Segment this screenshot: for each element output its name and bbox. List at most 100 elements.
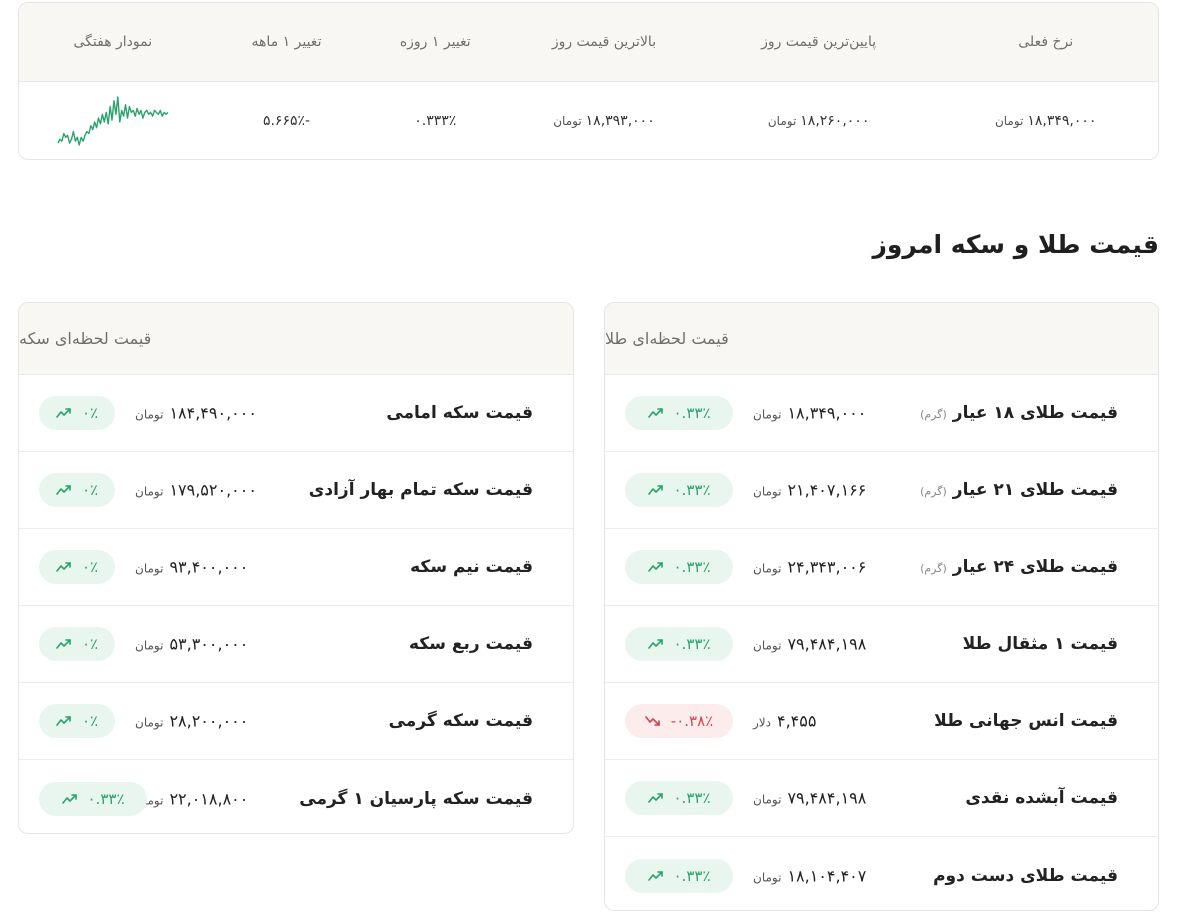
item-price-value: ۲۱,۴۰۷,۱۶۶ (787, 480, 867, 500)
price-row[interactable]: قیمت طلای ۱۸ عیار (گرم) ۱۸,۳۴۹,۰۰۰ تومان ۰.۳… (605, 375, 1158, 452)
coin-prices-card: قیمت لحظه‌ای سکه قیمت سکه امامی ۱۸۴,۴۹۰,۰… (18, 302, 574, 834)
section-title: قیمت طلا و سکه امروز (872, 230, 1160, 259)
price-row[interactable]: قیمت ۱ مثقال طلا ۷۹,۴۸۴,۱۹۸ تومان ۰.۳۳٪ (605, 606, 1158, 683)
item-price-value: ۱۸,۱۰۴,۴۰۷ (787, 866, 867, 885)
item-name: قیمت طلای ۲۴ عیار (گرم) (920, 557, 1118, 577)
price-row[interactable]: قیمت طلای ۲۴ عیار (گرم) ۲۴,۳۴۳,۰۰۶ تومان ۰.۳… (605, 529, 1158, 606)
change-value: ۰.۳۳٪ (673, 866, 711, 885)
price-row[interactable]: قیمت طلای ۲۱ عیار (گرم) ۲۱,۴۰۷,۱۶۶ تومان ۰.۳… (605, 452, 1158, 529)
item-price-unit: تومان (135, 561, 164, 576)
trend-up-icon (647, 408, 663, 418)
trend-down-icon (644, 716, 660, 726)
item-name-text: قیمت طلای ۲۱ عیار (952, 480, 1118, 500)
item-price-value: ۲۴,۳۴۳,۰۰۶ (787, 557, 867, 577)
header-lowest-price: پایین‌ترین قیمت روز (761, 34, 877, 50)
sparkline-line (57, 96, 169, 146)
item-price-value: ۱۷۹,۵۲۰,۰۰۰ (169, 480, 257, 500)
coin-card-header: قیمت لحظه‌ای سکه (19, 303, 573, 375)
item-price: ۱۸۴,۴۹۰,۰۰۰ تومان (135, 404, 257, 423)
daily-change-value: ۰.۳۳۳٪ (414, 113, 457, 129)
item-name: قیمت سکه تمام بهار آزادی (309, 480, 533, 500)
trend-up-icon (56, 639, 71, 649)
trend-up-icon (647, 793, 663, 803)
header-highest-price: بالاترین قیمت روز (551, 34, 657, 50)
item-name-text: قیمت طلای ۲۴ عیار (952, 557, 1118, 577)
price-row[interactable]: قیمت سکه گرمی ۲۸,۲۰۰,۰۰۰ تومان ۰٪ (19, 683, 573, 760)
price-row[interactable]: قیمت سکه تمام بهار آزادی ۱۷۹,۵۲۰,۰۰۰ تومان… (19, 452, 573, 529)
change-value: ۰.۳۳٪ (673, 481, 711, 499)
weekly-sparkline-cell (19, 93, 207, 149)
item-name-text: قیمت طلای ۱۸ عیار (952, 403, 1118, 423)
item-price-unit: تومان (135, 715, 164, 730)
current-rate-cell: ۱۸,۳۴۹,۰۰۰تومان (933, 113, 1158, 129)
header-weekly-chart: نمودار هفتگی (73, 34, 153, 50)
item-price-unit: تومان (753, 407, 782, 422)
item-price-unit: تومان (753, 870, 782, 884)
header-current-rate: نرخ فعلی (1018, 34, 1074, 50)
price-row[interactable]: قیمت سکه پارسیان ۱ گرمی ۲۲,۰۱۸,۸۰۰تومان ۰.… (19, 760, 573, 833)
change-badge: ۰.۳۳٪ (625, 858, 733, 893)
gold-prices-card: قیمت لحظه‌ای طلا قیمت طلای ۱۸ عیار (گرم) ۱… (604, 302, 1159, 911)
change-value: ۰٪ (81, 481, 99, 499)
item-name-text: قیمت سکه تمام بهار آزادی (308, 480, 533, 500)
item-price: ۵۳,۳۰۰,۰۰۰ تومان (135, 635, 248, 654)
change-badge: ۰٪ (39, 396, 115, 430)
coin-rows-list: قیمت سکه امامی ۱۸۴,۴۹۰,۰۰۰تومان ۰٪ قیمت سکه… (19, 375, 573, 833)
item-name: قیمت سکه گرمی (389, 711, 533, 731)
item-price-unit: دلار (753, 715, 771, 730)
price-row[interactable]: قیمت سکه امامی ۱۸۴,۴۹۰,۰۰۰ تومان ۰٪ (19, 375, 573, 452)
highest-price-value: ۱۸,۳۹۳,۰۰۰ (585, 113, 655, 129)
item-price: ۱۷۹,۵۲۰,۰۰۰ تومان (135, 481, 257, 500)
item-price-value: ۷۹,۴۸۴,۱۹۸ (787, 634, 867, 654)
item-price-unit: تومان (753, 484, 782, 499)
trend-up-icon (647, 870, 663, 881)
price-row[interactable]: قیمت آبشده نقدی ۷۹,۴۸۴,۱۹۸ تومان ۰.۳۳٪ (605, 760, 1158, 837)
lowest-price-value: ۱۸,۲۶۰,۰۰۰ (800, 113, 870, 129)
item-price-unit: تومان (753, 638, 782, 653)
lowest-price-cell: ۱۸,۲۶۰,۰۰۰تومان (704, 113, 934, 129)
item-price: ۱۸,۳۴۹,۰۰۰ تومان (753, 404, 866, 423)
item-price-value: ۲۲,۰۱۸,۸۰۰ (169, 789, 249, 808)
trend-up-icon (647, 639, 663, 649)
item-price: ۴,۴۵۵ دلار (753, 712, 816, 731)
summary-header-row: نرخ فعلی پایین‌ترین قیمت روز بالاترین قی… (19, 3, 1158, 82)
item-price-value: ۹۳,۴۰۰,۰۰۰ (169, 557, 249, 577)
gold-card-header: قیمت لحظه‌ای طلا (605, 303, 1158, 375)
item-price-unit: تومان (135, 407, 164, 422)
change-value: ۰٪ (81, 404, 99, 422)
change-badge: ۰.۳۳٪ (625, 550, 733, 584)
change-value: ۰٪ (81, 712, 99, 730)
item-name: قیمت طلای دست دوم (933, 866, 1118, 886)
change-badge: ۰.۳۳٪ (625, 781, 733, 815)
price-row[interactable]: قیمت نیم سکه ۹۳,۴۰۰,۰۰۰ تومان ۰٪ (19, 529, 573, 606)
item-price-value: ۲۸,۲۰۰,۰۰۰ (169, 711, 249, 731)
item-price-value: ۷۹,۴۸۴,۱۹۸ (787, 788, 867, 808)
change-badge: ۰.۳۳٪ (39, 781, 147, 816)
item-name-text: قیمت انس جهانی طلا (934, 711, 1118, 731)
change-value: ۰٪ (81, 635, 99, 653)
item-unit-note: (گرم) (920, 408, 947, 421)
change-value: ۰٪ (81, 558, 99, 576)
trend-up-icon (56, 408, 71, 418)
gold-rows-list: قیمت طلای ۱۸ عیار (گرم) ۱۸,۳۴۹,۰۰۰ تومان ۰.۳… (605, 375, 1158, 910)
change-value: ۰.۳۳٪ (673, 404, 711, 422)
change-value: ۰.۳۳٪ (673, 635, 711, 653)
trend-up-icon (56, 562, 71, 572)
price-row[interactable]: قیمت طلای دست دوم ۱۸,۱۰۴,۴۰۷ تومان ۰.۳۳٪ (605, 837, 1158, 910)
item-price-value: ۱۸,۳۴۹,۰۰۰ (787, 403, 867, 423)
change-value: ۰.۳۳٪ (673, 789, 711, 807)
header-daily-change: تغییر ۱ روزه (399, 34, 471, 50)
item-name-text: قیمت آبشده نقدی (965, 788, 1118, 808)
item-price: ۲۲,۰۱۸,۸۰۰تومان (135, 789, 248, 808)
item-name-text: قیمت طلای دست دوم (933, 865, 1118, 886)
change-badge: -۰.۳۸٪ (625, 704, 733, 738)
monthly-change-value: -۵.۶۶۵٪ (262, 113, 311, 129)
trend-up-icon (56, 485, 71, 495)
item-price: ۲۴,۳۴۳,۰۰۶ تومان (753, 558, 866, 577)
highest-price-cell: ۱۸,۳۹۳,۰۰۰تومان (504, 113, 704, 129)
price-row[interactable]: قیمت انس جهانی طلا ۴,۴۵۵ دلار -۰.۳۸٪ (605, 683, 1158, 760)
change-badge: ۰.۳۳٪ (625, 396, 733, 430)
item-name: قیمت سکه امامی (386, 403, 533, 423)
change-badge: ۰٪ (39, 627, 115, 661)
price-row[interactable]: قیمت ربع سکه ۵۳,۳۰۰,۰۰۰ تومان ۰٪ (19, 606, 573, 683)
